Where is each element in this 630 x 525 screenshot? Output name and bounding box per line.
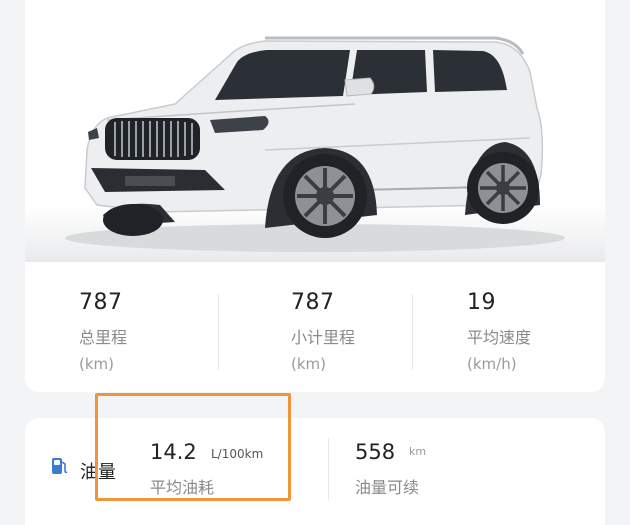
divider xyxy=(328,438,329,500)
fuel-range-label: 油量可续 xyxy=(355,478,420,497)
stat-value: 19 xyxy=(467,290,496,315)
stat-trip-mileage: 787 小计里程 (km) xyxy=(291,290,441,373)
fuel-pump-icon xyxy=(51,456,69,480)
suv-illustration xyxy=(65,36,565,252)
stat-label: 总里程 xyxy=(79,328,128,347)
vehicle-info-card: 787 总里程 (km) 787 小计里程 (km) 19 平均速度 (km/h… xyxy=(25,0,605,392)
stat-unit: (km) xyxy=(291,355,327,373)
stat-label: 小计里程 xyxy=(291,328,356,347)
fade-overlay xyxy=(415,468,495,508)
divider xyxy=(412,294,413,370)
stat-value: 787 xyxy=(79,290,123,315)
stat-average-speed: 19 平均速度 (km/h) xyxy=(467,290,617,373)
divider xyxy=(218,294,219,370)
fuel-range-value: 558 xyxy=(355,440,396,464)
fuel-range-unit: km xyxy=(409,445,427,458)
trip-stats: 787 总里程 (km) 787 小计里程 (km) 19 平均速度 (km/h… xyxy=(25,290,605,380)
stat-unit: (km/h) xyxy=(467,355,517,373)
stat-label: 平均速度 xyxy=(467,328,532,347)
stat-unit: (km) xyxy=(79,355,115,373)
stat-value: 787 xyxy=(291,290,335,315)
stat-total-mileage: 787 总里程 (km) xyxy=(79,290,229,373)
highlight-box xyxy=(95,393,291,501)
vehicle-image xyxy=(25,0,605,262)
